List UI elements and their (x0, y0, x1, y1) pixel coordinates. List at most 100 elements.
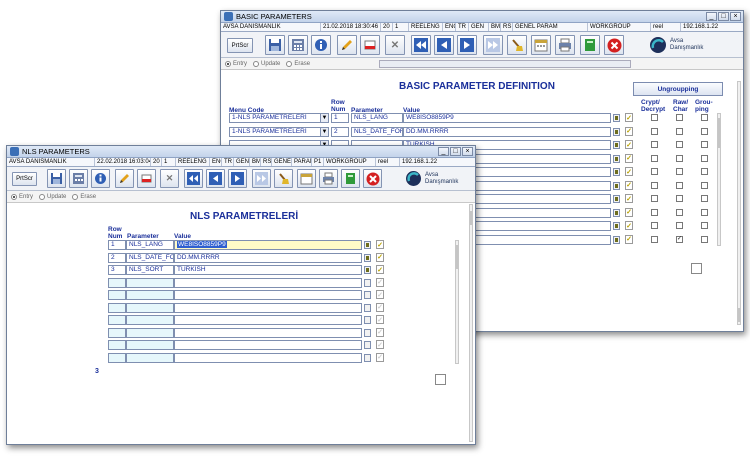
row-num-field[interactable] (108, 340, 126, 350)
check-icon[interactable]: ✓ (625, 167, 633, 176)
lov-icon[interactable] (364, 316, 371, 324)
raw-char-checkbox[interactable]: ✓ (676, 235, 683, 243)
grouping-checkbox[interactable] (701, 114, 708, 121)
scrollbar[interactable] (455, 240, 459, 364)
check-icon[interactable]: ✓ (376, 340, 384, 349)
value-field[interactable]: TURKISH (174, 265, 362, 275)
value-field[interactable] (174, 302, 362, 313)
value-field[interactable]: WE8ISO8859P9 (174, 240, 362, 250)
next-record-button[interactable] (228, 169, 247, 188)
lov-icon[interactable] (613, 235, 620, 244)
parameter-field[interactable] (126, 302, 174, 313)
parameter-field[interactable]: NLS_LANG (351, 113, 403, 123)
parameter-field[interactable]: NLS_LANG (126, 240, 174, 250)
calculator-button[interactable] (69, 169, 88, 188)
clear-button[interactable] (274, 169, 293, 188)
lov-icon[interactable] (613, 127, 620, 136)
first-record-button[interactable] (411, 35, 431, 55)
info-button[interactable] (91, 169, 110, 188)
value-field[interactable]: WE8ISO8859P9 (403, 113, 611, 123)
lov-icon[interactable] (613, 222, 620, 230)
lov-icon[interactable] (613, 154, 620, 163)
crypt-checkbox[interactable] (651, 154, 658, 162)
row-num-field[interactable] (108, 327, 126, 338)
parameter-field[interactable] (126, 327, 174, 338)
value-field[interactable] (174, 352, 362, 363)
crypt-checkbox[interactable] (651, 208, 658, 216)
crypt-checkbox[interactable] (651, 127, 658, 135)
delete-button[interactable] (360, 35, 380, 55)
erase-radio[interactable]: Erase (286, 60, 310, 67)
grouping-checkbox[interactable] (701, 168, 708, 175)
close-icon[interactable]: × (462, 147, 473, 156)
parameter-field[interactable] (126, 352, 174, 363)
row-num-field[interactable] (108, 352, 126, 363)
lov-icon[interactable] (613, 208, 620, 217)
grouping-checkbox[interactable] (701, 127, 708, 135)
maximize-icon[interactable]: □ (718, 12, 729, 21)
crypt-checkbox[interactable] (651, 235, 658, 243)
raw-char-checkbox[interactable] (676, 127, 683, 135)
crypt-checkbox[interactable] (651, 195, 658, 202)
check-icon[interactable]: ✓ (376, 315, 384, 324)
save-button[interactable] (47, 169, 66, 188)
parameter-field[interactable] (126, 315, 174, 325)
parameter-field[interactable] (126, 277, 174, 288)
previous-record-button[interactable] (434, 35, 454, 55)
edit-button[interactable] (115, 169, 134, 188)
prtscr-button[interactable]: PrtScr (12, 172, 37, 186)
parameter-field[interactable]: NLS_DATE_FOR (126, 252, 174, 263)
value-field[interactable] (174, 340, 362, 350)
row-num-field[interactable]: 1 (331, 113, 349, 123)
edit-button[interactable] (337, 35, 357, 55)
update-radio[interactable]: Update (39, 193, 66, 200)
parameter-field[interactable]: NLS_SORT (126, 265, 174, 275)
lov-icon[interactable] (613, 114, 620, 122)
last-record-button[interactable] (252, 169, 271, 188)
grouping-checkbox[interactable] (701, 154, 708, 162)
check-icon[interactable]: ✓ (625, 140, 633, 149)
parameter-field[interactable] (126, 340, 174, 350)
check-icon[interactable]: ✓ (625, 221, 633, 230)
check-icon[interactable]: ✓ (625, 207, 633, 217)
previous-record-button[interactable] (206, 169, 225, 188)
row-num-field[interactable] (108, 290, 126, 300)
new-record-icon[interactable] (691, 263, 702, 274)
crypt-checkbox[interactable] (651, 181, 658, 189)
check-icon[interactable]: ✓ (625, 126, 633, 136)
lov-icon[interactable] (364, 266, 371, 274)
check-icon[interactable]: ✓ (376, 277, 384, 287)
check-icon[interactable]: ✓ (376, 302, 384, 312)
row-num-field[interactable] (108, 315, 126, 325)
last-record-button[interactable] (483, 35, 503, 55)
lov-icon[interactable] (364, 241, 371, 249)
first-record-button[interactable] (184, 169, 203, 188)
lov-icon[interactable] (364, 341, 371, 349)
row-num-field[interactable]: 2 (331, 126, 349, 137)
info-button[interactable] (311, 35, 331, 55)
cancel-button[interactable]: ✕ (385, 35, 405, 55)
update-radio[interactable]: Update (253, 60, 280, 67)
crypt-checkbox[interactable] (651, 222, 658, 229)
cancel-button[interactable]: ✕ (160, 169, 179, 188)
title-bar[interactable]: NLS PARAMETERS _ □ × (7, 146, 475, 158)
row-num-field[interactable]: 1 (108, 240, 126, 250)
row-num-field[interactable] (108, 302, 126, 313)
lov-icon[interactable] (364, 278, 371, 287)
lov-icon[interactable] (613, 195, 620, 203)
export-button[interactable] (580, 35, 600, 55)
grouping-checkbox[interactable] (701, 141, 708, 148)
grouping-checkbox[interactable] (701, 195, 708, 202)
erase-radio[interactable]: Erase (72, 193, 96, 200)
check-icon[interactable]: ✓ (376, 240, 384, 249)
lov-icon[interactable] (613, 181, 620, 190)
check-icon[interactable]: ✓ (625, 153, 633, 163)
check-icon[interactable]: ✓ (625, 180, 633, 190)
check-icon[interactable]: ✓ (625, 194, 633, 203)
clear-button[interactable] (507, 35, 527, 55)
grouping-checkbox[interactable] (701, 222, 708, 229)
value-field[interactable]: DD.MM.RRRR (403, 126, 611, 137)
check-icon[interactable]: ✓ (376, 290, 384, 299)
form-scrollbar[interactable] (469, 204, 473, 442)
lov-icon[interactable] (364, 328, 371, 337)
